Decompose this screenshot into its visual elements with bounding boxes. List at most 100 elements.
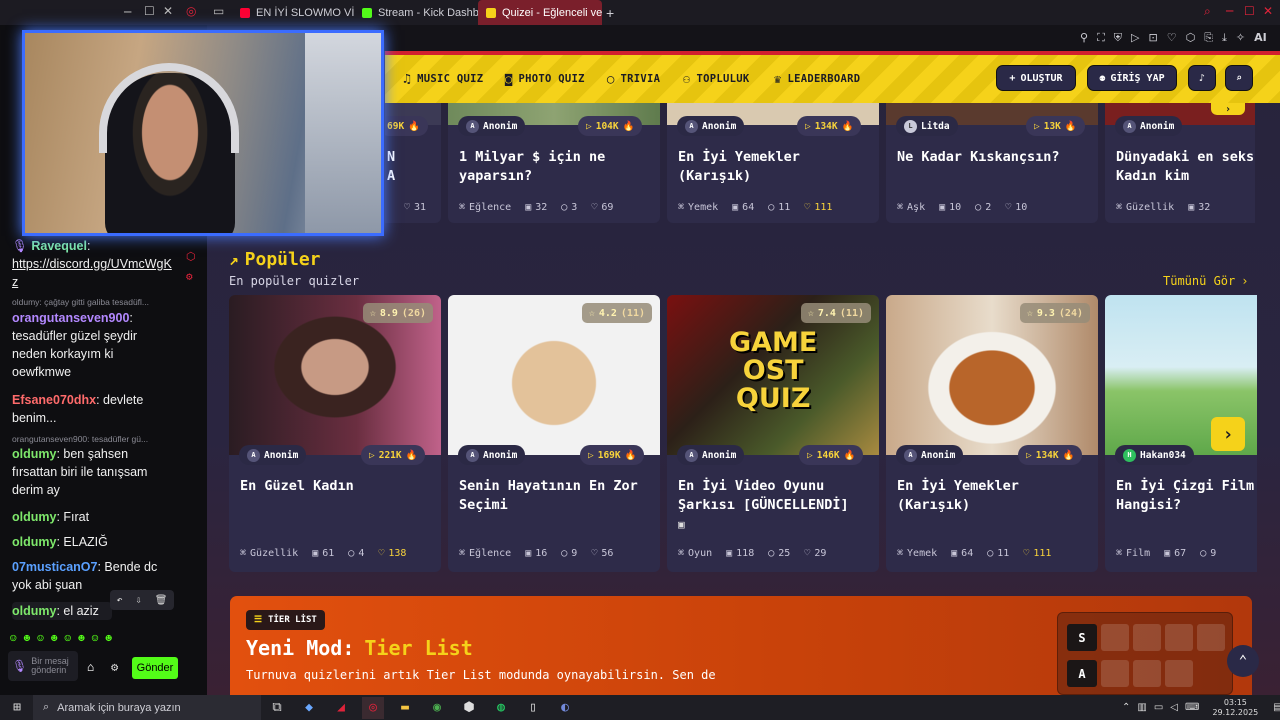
nav-topluluk[interactable]: ⚇ TOPLULUK (683, 55, 750, 103)
tab-overview-icon[interactable]: ▭ (213, 4, 224, 18)
chat-settings-icon[interactable]: ⚙ (111, 660, 118, 674)
author-pill[interactable]: A Anonim (677, 445, 745, 465)
bookmark-icon[interactable]: ⊡ (1148, 31, 1157, 45)
discord-link[interactable]: https://discord.gg/UVmcWgKz (12, 255, 172, 291)
clock[interactable]: 03:15 29.12.2025 (1212, 698, 1258, 718)
author-pill[interactable]: H Hakan034 (1115, 445, 1194, 465)
chat-input[interactable]: 🎙 Bir mesaj gönderin (8, 651, 78, 681)
taskbar-search[interactable]: ⌕ Aramak için buraya yazın (33, 695, 261, 720)
maximize-icon[interactable]: ☐ (144, 4, 155, 18)
clipboard-icon[interactable]: ⬢ (458, 697, 480, 719)
quiz-card[interactable]: ☆ 4.2 (11) A Anonim ▷ 169K 🔥 Senin Hayatının … (448, 295, 660, 572)
menu-icon[interactable]: ⋮ (1276, 31, 1280, 45)
pin-icon[interactable]: ⇩ (136, 595, 142, 606)
chat-icon: ◯ (607, 72, 615, 86)
opera-logo-icon[interactable]: ◎ (186, 4, 196, 18)
notifications-button[interactable]: ♪ (1188, 65, 1216, 91)
chevron-up-icon[interactable]: ⌃ (1122, 702, 1130, 713)
network-icon[interactable]: ▥ (1137, 702, 1146, 713)
emote-icon[interactable]: ☻ (105, 632, 112, 645)
pin-icon[interactable]: ⚲ (1080, 31, 1088, 45)
window-minimize-icon[interactable]: ─ (1226, 4, 1233, 18)
author-pill[interactable]: L Litda (896, 116, 958, 136)
nav-photo-quiz[interactable]: ◙ PHOTO QUIZ (505, 55, 585, 103)
emote-icon[interactable]: ☻ (78, 632, 85, 645)
chevron-right-icon: › (1241, 274, 1249, 288)
screenshot-icon[interactable]: ⛶ (1097, 31, 1105, 45)
emote-icon[interactable]: ☺ (10, 632, 17, 645)
settings-icon[interactable]: ⚙ (186, 270, 193, 283)
author-pill[interactable]: A Anonim (239, 445, 307, 465)
quiz-card[interactable]: ☆ 8.9 (26) A Anonim ▷ 221K 🔥 En Güzel Kadın ⌘… (229, 295, 441, 572)
author-pill[interactable]: A Anonim (896, 445, 964, 465)
battery-icon[interactable]: ▭ (1154, 702, 1163, 713)
play-icon[interactable]: ▷ (1131, 31, 1139, 45)
nav-music-quiz[interactable]: ♫ MUSIC QUIZ (403, 55, 483, 103)
ai-button[interactable]: AI (1254, 31, 1267, 45)
tab-youtube[interactable]: EN İYİ SLOWMO VİDEOLA (232, 0, 354, 25)
emote-icon[interactable]: ☻ (24, 632, 31, 645)
quiz-card[interactable]: A Anonim ▷ 104K 🔥 1 Milyar $ için ne yapars… (448, 103, 660, 223)
send-button[interactable]: Gönder (132, 657, 178, 679)
shield-icon[interactable]: ⛨ (1114, 31, 1122, 45)
minimize-icon[interactable]: ─ (124, 5, 131, 19)
reply-icon[interactable]: ↶ (117, 595, 123, 606)
quiz-card[interactable]: ☆ 9.3 (24) A Anonim ▷ 134K 🔥 En İyi Yemekler … (886, 295, 1098, 572)
share-icon[interactable]: ⎘ (1204, 31, 1213, 45)
emote-icon[interactable]: ☺ (92, 632, 99, 645)
emote-icon[interactable]: ☻ (51, 632, 58, 645)
trending-icon: ↗ (229, 250, 239, 269)
extensions-icon[interactable]: ⬡ (1186, 31, 1196, 45)
see-all-link[interactable]: Tümünü Gör › (1163, 274, 1248, 288)
nav-trivia[interactable]: ◯ TRIVIA (607, 55, 660, 103)
quiz-card[interactable]: 69K 🔥 N A ♡ 31 (385, 103, 441, 223)
store-icon[interactable]: ⌂ (87, 660, 94, 674)
task-view-icon[interactable]: ⧉ (266, 697, 288, 719)
opera-icon[interactable]: ◎ (362, 696, 384, 719)
chrome-icon[interactable]: ◉ (426, 697, 448, 719)
windows-start-icon[interactable]: ⊞ (6, 697, 28, 719)
notepad-icon[interactable]: ▯ (522, 697, 544, 719)
tab-kick-dashboard[interactable]: Stream - Kick Dashboard (354, 0, 478, 25)
fire-icon: 🔥 (408, 120, 421, 132)
close-icon[interactable]: ✕ (163, 4, 173, 18)
copilot-icon[interactable]: ◆ (298, 697, 320, 719)
carousel-next-button[interactable]: › (1211, 417, 1245, 451)
comment-icon: ◯ (1200, 548, 1207, 559)
heart-icon[interactable]: ♡ (1167, 31, 1177, 45)
author-pill[interactable]: A Anonim (677, 116, 745, 136)
quiz-card[interactable]: A Anonim Dünyadaki en seks Kadın kim ⌘ Güz… (1105, 103, 1255, 223)
quiz-card[interactable]: A Anonim ▷ 134K 🔥 En İyi Yemekler (Karışık)… (667, 103, 879, 223)
whatsapp-icon[interactable]: ◍ (490, 697, 512, 719)
author-pill[interactable]: A Anonim (1115, 116, 1183, 136)
emote-icon[interactable]: ☺ (65, 632, 72, 645)
window-maximize-icon[interactable]: ☐ (1244, 4, 1255, 18)
scroll-to-top-button[interactable]: ⌃ (1227, 645, 1259, 677)
hide-icon[interactable]: ⬡ (186, 250, 196, 263)
search-tabs-icon[interactable]: ⌕ (1204, 4, 1211, 19)
volume-icon[interactable]: ◁ (1170, 702, 1178, 713)
download-icon[interactable]: ⤓ (1222, 31, 1227, 45)
quiz-card[interactable]: L Litda ▷ 13K 🔥 Ne Kadar Kıskançsın? ⌘ Aşk ▣… (886, 103, 1098, 223)
emote-icon[interactable]: ☺ (37, 632, 44, 645)
carousel-next-button-top[interactable]: › (1211, 103, 1245, 115)
nav-leaderboard[interactable]: ♛ LEADERBOARD (774, 55, 860, 103)
create-button[interactable]: + OLUŞTUR (996, 65, 1076, 91)
card-title: En İyi Yemekler (Karışık) (678, 149, 800, 184)
search-button[interactable]: ⌕ (1225, 65, 1253, 91)
delete-icon[interactable]: 🗑 (155, 595, 168, 606)
new-tab-button[interactable]: + (602, 0, 622, 25)
mic-icon[interactable]: 🎙 (12, 659, 27, 673)
discord-icon[interactable]: ◐ (554, 697, 576, 719)
window-close-icon[interactable]: ✕ (1263, 4, 1273, 18)
author-pill[interactable]: A Anonim (458, 445, 526, 465)
login-button[interactable]: ⚉ GİRİŞ YAP (1087, 65, 1177, 91)
author-pill[interactable]: A Anonim (458, 116, 526, 136)
app-icon[interactable]: ◢ (330, 697, 352, 719)
quiz-card[interactable]: GAME OST QUIZ ☆ 7.4 (11) A Anonim ▷ 146K 🔥 En… (667, 295, 879, 572)
keyboard-icon[interactable]: ⌨ (1185, 702, 1199, 713)
tab-quizei[interactable]: Quizei - Eğlenceli ve etkile (478, 0, 602, 25)
file-explorer-icon[interactable]: ▬ (394, 697, 416, 719)
wallet-icon[interactable]: ✧ (1236, 31, 1245, 45)
notifications-icon[interactable]: ▤ (1273, 702, 1280, 713)
